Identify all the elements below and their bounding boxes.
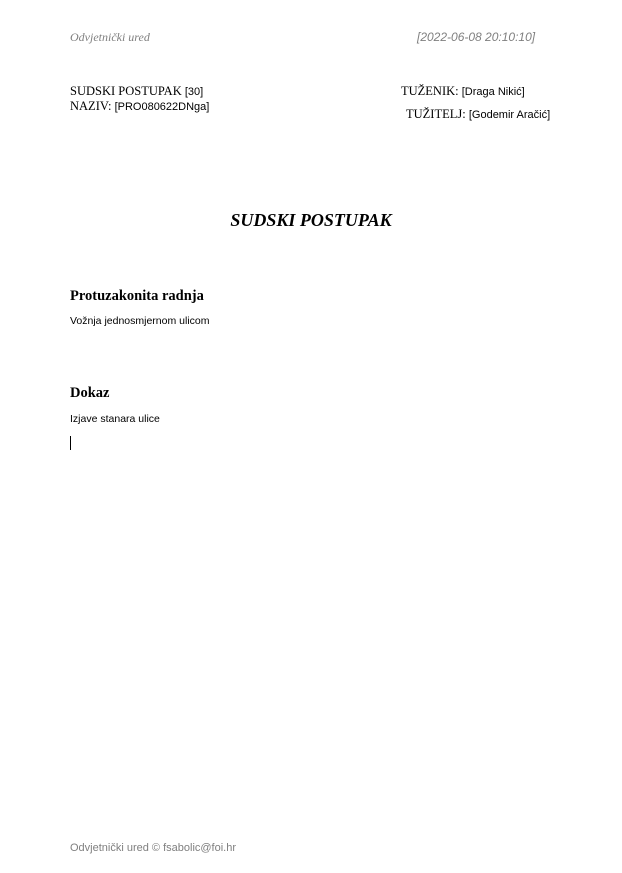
footer-text: Odvjetnički ured © fsabolic@foi.hr — [70, 842, 237, 854]
text-cursor[interactable] — [70, 436, 71, 450]
section-heading-violation: Protuzakonita radnja — [70, 288, 204, 304]
section-heading-evidence: Dokaz — [70, 385, 110, 401]
header-office-name: Odvjetnički ured — [70, 30, 150, 44]
case-meta-left: SUDSKI POSTUPAK [30] NAZIV: [PRO080622DN… — [70, 84, 209, 114]
section-body-violation[interactable]: Vožnja jednosmjernom ulicom — [70, 315, 209, 327]
procedure-label: SUDSKI POSTUPAK — [70, 84, 182, 98]
name-line: NAZIV: [PRO080622DNga] — [70, 99, 209, 114]
name-label: NAZIV: — [70, 99, 112, 113]
header-timestamp: [2022-06-08 20:10:10] — [417, 30, 536, 44]
defendant-value: [Draga Nikić] — [461, 86, 525, 98]
plaintiff-label: TUŽITELJ: — [406, 107, 466, 121]
plaintiff-line: TUŽITELJ: [Godemir Aračić] — [406, 107, 550, 122]
section-body-evidence[interactable]: Izjave stanara ulice — [70, 413, 160, 425]
defendant-line: TUŽENIK: [Draga Nikić] — [401, 84, 525, 99]
defendant-label: TUŽENIK: — [401, 84, 459, 98]
procedure-number: [30] — [184, 86, 204, 98]
procedure-line: SUDSKI POSTUPAK [30] — [70, 84, 209, 99]
plaintiff-value: [Godemir Aračić] — [468, 109, 551, 121]
document-page: Odvjetnički ured [2022-06-08 20:10:10] S… — [0, 0, 622, 873]
name-value: [PRO080622DNga] — [114, 101, 210, 113]
document-title: SUDSKI POSTUPAK — [230, 210, 392, 230]
